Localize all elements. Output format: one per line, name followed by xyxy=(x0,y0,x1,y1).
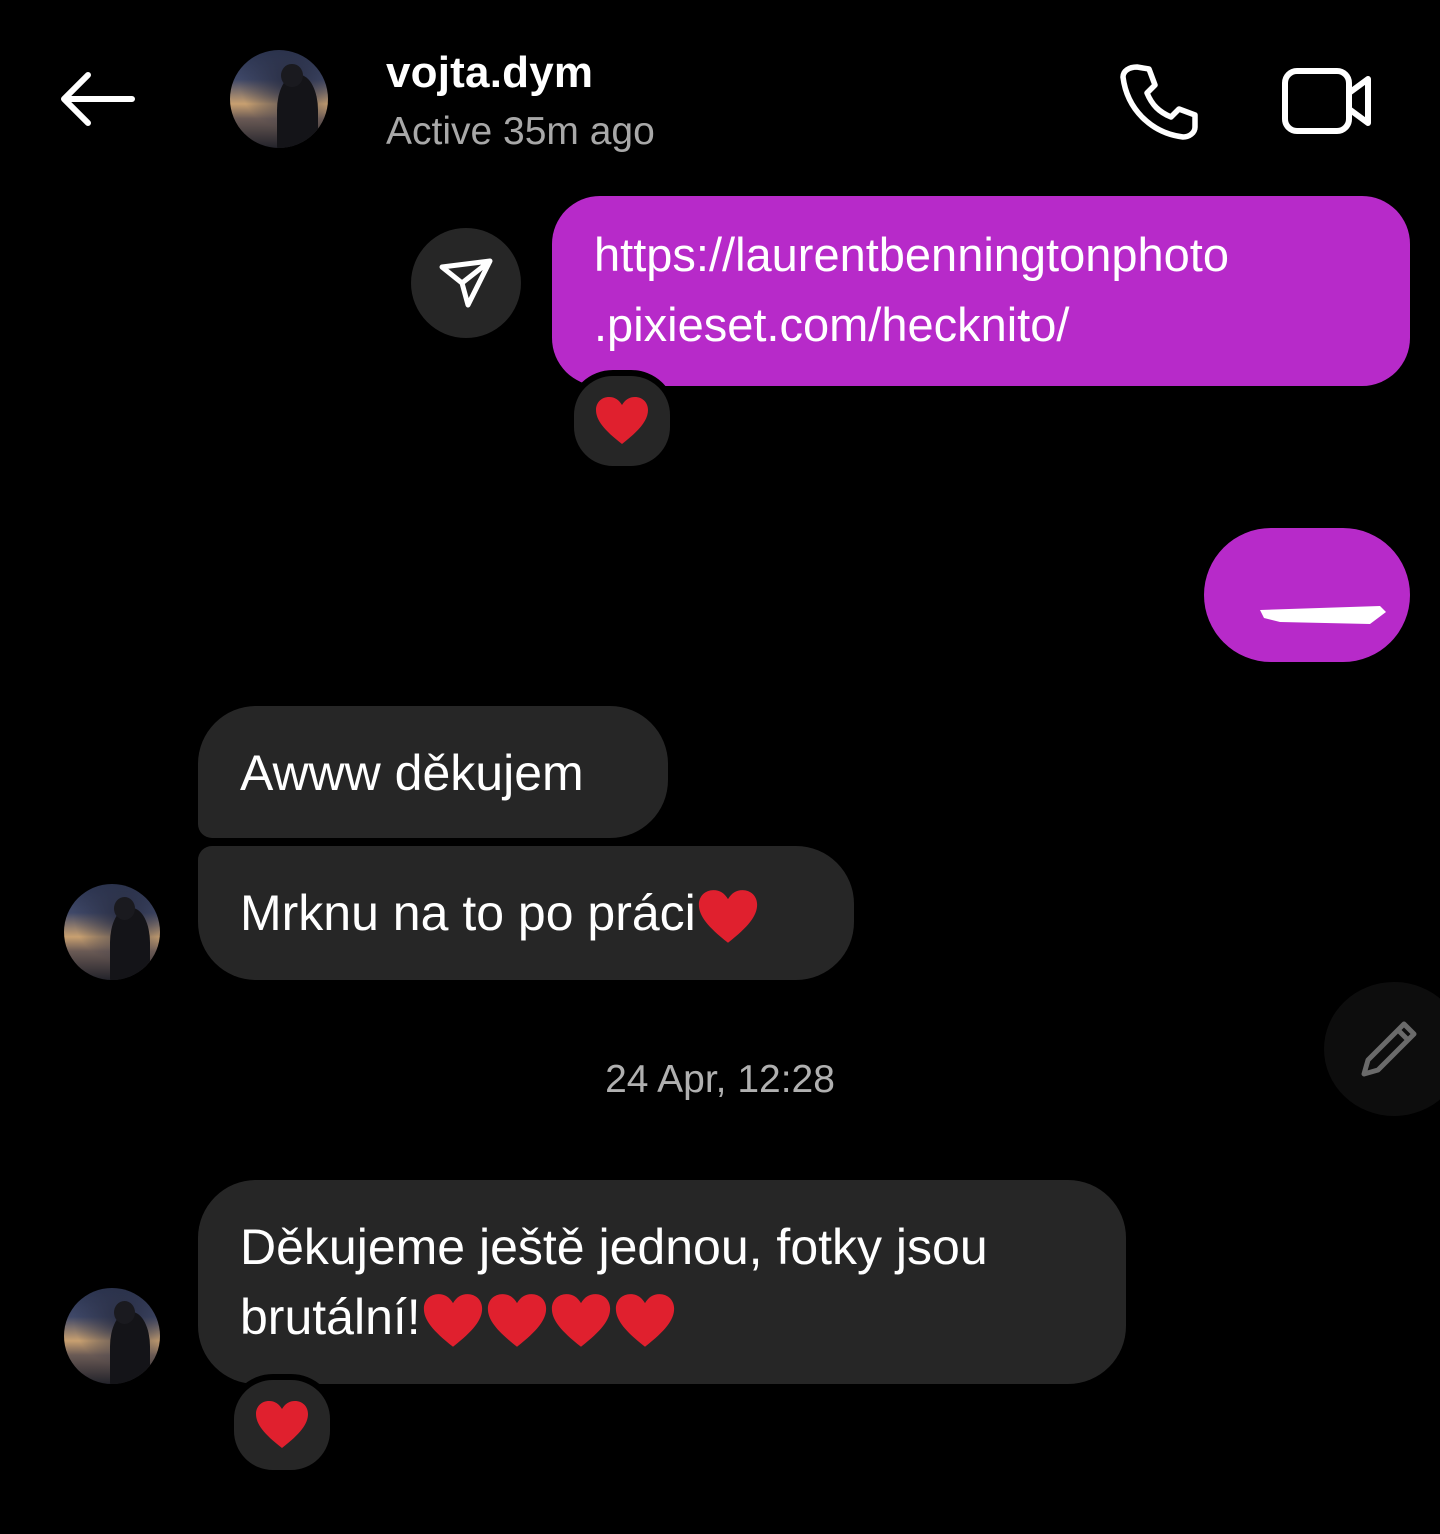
reaction-badge[interactable] xyxy=(568,370,676,472)
incoming-message[interactable]: Awww děkujem xyxy=(198,706,668,838)
video-call-button[interactable] xyxy=(1276,56,1380,146)
forward-button[interactable] xyxy=(411,228,521,338)
heart-icon xyxy=(596,397,648,444)
message-text-content: Mrknu na to po práci xyxy=(240,885,696,941)
message-text: Mrknu na to po práci xyxy=(240,878,760,948)
link-line-2: .pixieset.com/hecknito/ xyxy=(594,298,1070,351)
outgoing-message[interactable] xyxy=(1204,528,1410,662)
link-line-1: https://laurentbenningtonphoto xyxy=(594,228,1230,281)
sender-avatar[interactable] xyxy=(64,1288,160,1384)
phone-icon xyxy=(1120,64,1198,140)
link-text[interactable]: https://laurentbenningtonphoto .pixieset… xyxy=(594,220,1374,360)
incoming-message[interactable]: Mrknu na to po práci xyxy=(198,846,854,980)
heart-icon xyxy=(551,1293,610,1347)
message-text: Děkujeme ještě jednou, fotky jsou brutál… xyxy=(240,1212,1100,1352)
shared-link-message[interactable]: https://laurentbenningtonphoto .pixieset… xyxy=(552,196,1410,386)
incoming-message[interactable]: Děkujeme ještě jednou, fotky jsou brutál… xyxy=(198,1180,1126,1384)
heart-icon xyxy=(615,1293,674,1347)
active-status: Active 35m ago xyxy=(386,110,655,153)
pencil-icon xyxy=(1361,1021,1417,1077)
username[interactable]: vojta.dym xyxy=(386,48,593,98)
heart-icon xyxy=(698,889,757,943)
heart-icon xyxy=(487,1293,546,1347)
reaction-badge[interactable] xyxy=(228,1374,336,1476)
arrow-left-icon xyxy=(61,72,135,126)
video-camera-icon xyxy=(1282,68,1371,134)
heart-icon xyxy=(256,1401,308,1448)
paper-plane-icon xyxy=(439,258,493,308)
voice-call-button[interactable] xyxy=(1112,56,1206,146)
redacted-text xyxy=(1260,606,1386,624)
avatar[interactable] xyxy=(230,50,328,148)
message-line-1: Děkujeme ještě jednou, fotky jsou xyxy=(240,1219,988,1275)
message-text: Awww děkujem xyxy=(240,745,584,801)
timestamp: 24 Apr, 12:28 xyxy=(605,1058,835,1101)
heart-icon xyxy=(423,1293,482,1347)
back-button[interactable] xyxy=(50,60,142,138)
message-line-2: brutální! xyxy=(240,1289,421,1345)
sender-avatar[interactable] xyxy=(64,884,160,980)
